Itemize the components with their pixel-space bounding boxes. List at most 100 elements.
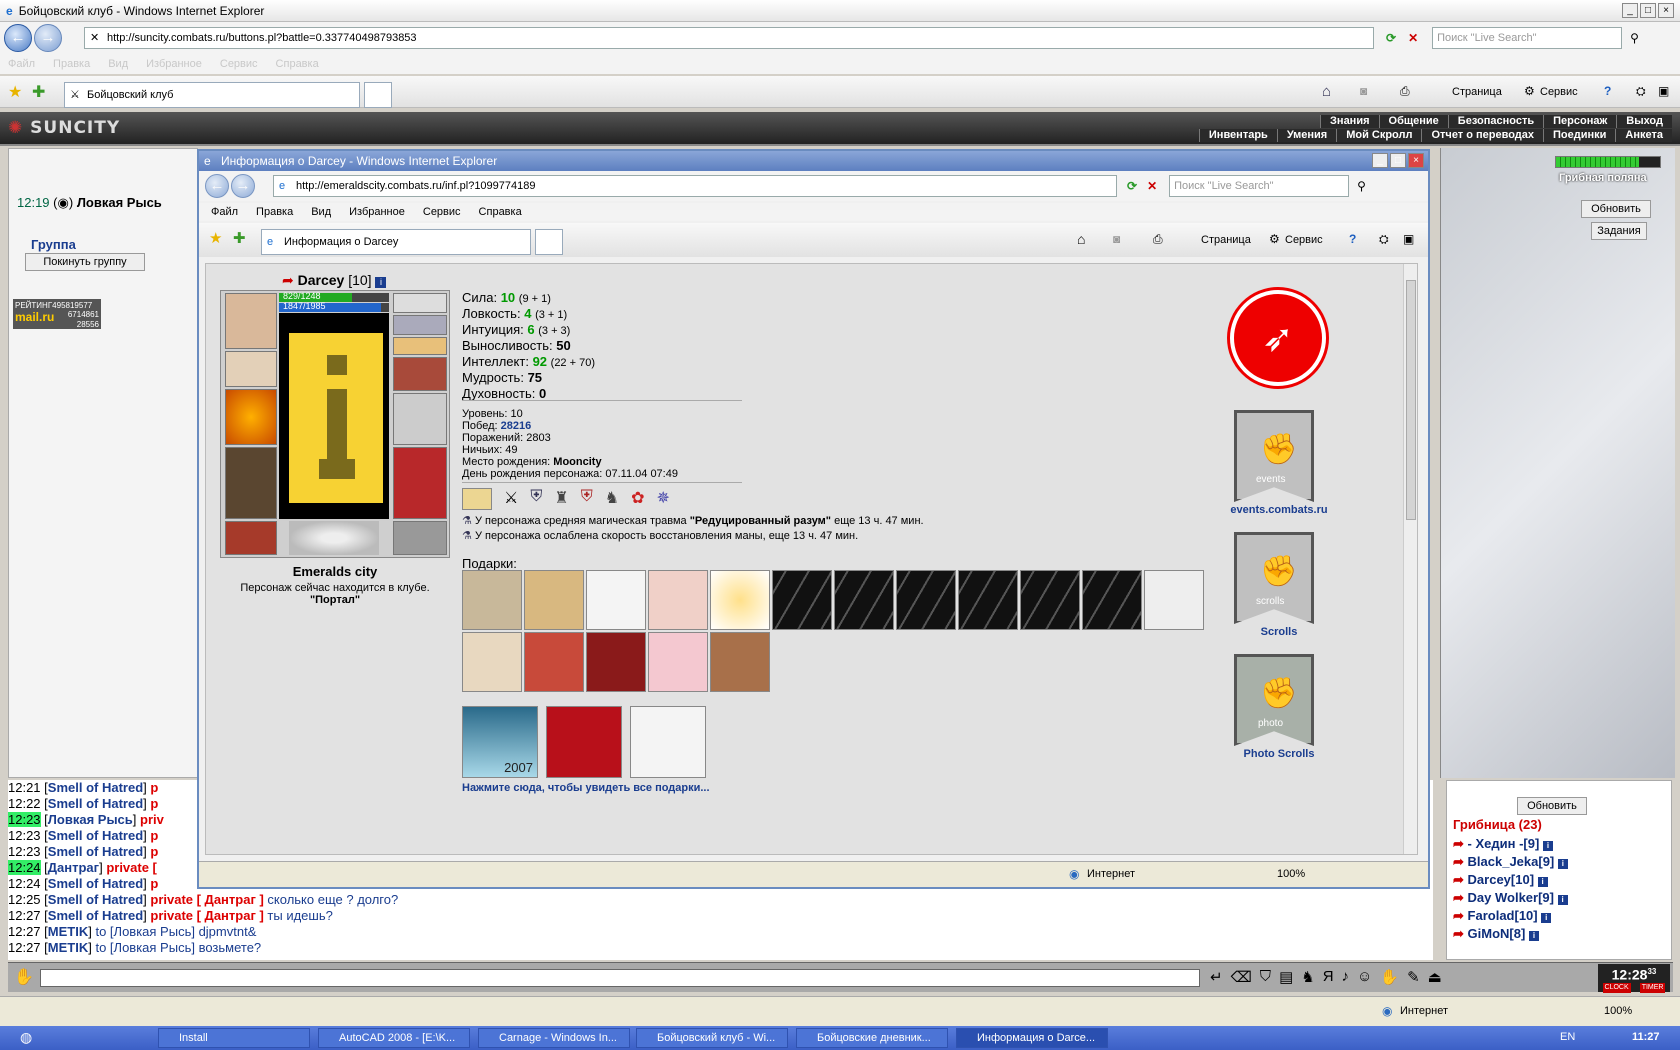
exit-icon[interactable]: ⏏ [1428,968,1442,986]
popup-refresh-icon[interactable]: ⟳ [1127,179,1137,193]
popup-forward-button[interactable]: → [231,174,255,198]
chat-nick[interactable]: Smell of Hatred [48,828,143,843]
archer-emblem[interactable]: ➶ [1230,290,1326,386]
hand-icon[interactable]: ✋ [1380,968,1399,986]
events-banner[interactable]: ✊ events events.combats.ru [1224,404,1328,516]
gift-rolls-5[interactable] [1020,570,1080,630]
info-icon[interactable]: i [1537,877,1548,887]
gift-rolls-6[interactable] [1082,570,1142,630]
popup-print-icon[interactable]: ⎙ [1153,232,1163,247]
private-arrow-icon[interactable]: ➦ [1453,836,1464,851]
popup-new-tab-button[interactable] [535,229,563,255]
chat-nick[interactable]: Smell of Hatred [48,844,143,859]
popup-search-input[interactable]: Поиск "Live Search" [1169,175,1350,197]
scroll-icon[interactable]: ✎ [1407,968,1420,986]
private-arrow-icon[interactable]: ➦ [1453,890,1464,905]
slot-gloves[interactable] [393,357,447,391]
flower-badge-icon[interactable]: ✿ [631,488,644,510]
popup-rss-icon[interactable]: ◙ [1113,232,1120,246]
game-menu-security[interactable]: Безопасность [1447,115,1544,128]
info-icon[interactable]: i [375,277,387,288]
send-icon[interactable]: ↵ [1210,968,1223,986]
popup-maximize-icon[interactable]: □ [1390,153,1406,168]
gift-rolls-4[interactable] [958,570,1018,630]
popup-home-icon[interactable]: ⌂ [1077,231,1085,247]
taskbar-item[interactable]: Бойцовский клуб - Wi... [636,1028,788,1048]
info-icon[interactable]: i [1541,913,1552,923]
castle-badge-icon[interactable]: ♜ [554,488,568,510]
slot-belt[interactable] [225,521,277,555]
gift-mask[interactable] [1144,570,1204,630]
menu-edit[interactable]: Правка [53,58,90,70]
location-name[interactable]: Грибная поляна [1559,172,1647,184]
gift-bunny[interactable] [586,570,646,630]
chat-nick[interactable]: METIK [48,940,88,955]
star-badge-icon[interactable]: ✵ [656,488,669,510]
online-user[interactable]: ➦ GiMoN[8] i [1453,925,1663,943]
gift-box[interactable] [524,570,584,630]
popup-research-icon[interactable]: ⛭ [1379,232,1389,247]
favorites-star-icon[interactable]: ★ [8,82,22,102]
gift-rolls-2[interactable] [834,570,894,630]
effect-icon[interactable]: ⚗ [462,530,472,542]
online-refresh-button[interactable]: Обновить [1517,797,1587,815]
filter-icon[interactable]: ⛉ [1260,968,1271,986]
gift-santa[interactable] [524,632,584,692]
game-menu-inventory[interactable]: Инвентарь [1198,129,1277,142]
popup-back-button[interactable]: ← [205,174,229,198]
scrolls-banner[interactable]: ✊ scrolls Scrolls [1224,526,1324,638]
popup-page-menu[interactable]: Страница [1201,234,1251,246]
slot-armor[interactable] [225,447,277,519]
popup-search-icon[interactable]: ⚲ [1357,179,1366,193]
game-menu-skills[interactable]: Умения [1276,129,1337,142]
player-name[interactable]: Ловкая Рысь [77,195,162,210]
gear-icon[interactable]: ⚙ [1524,84,1535,98]
game-menu-transfers[interactable]: Отчет о переводах [1421,129,1544,142]
smiles-icon[interactable]: ☺ [1357,968,1372,986]
info-icon[interactable]: i [1557,859,1568,869]
walk-icon[interactable]: ♞ [1301,968,1314,986]
taskbar-item[interactable]: Бойцовские дневник... [796,1028,948,1048]
game-menu-fights[interactable]: Поединки [1543,129,1616,142]
lang-indicator[interactable]: EN [1560,1031,1575,1043]
gift-rolls-3[interactable] [896,570,956,630]
gift-reindeer[interactable] [710,632,770,692]
gift-doll[interactable] [648,570,708,630]
card-red[interactable] [546,706,622,778]
popup-gear-icon[interactable]: ⚙ [1269,232,1280,246]
slot-helmet[interactable] [225,293,277,349]
menu-tools[interactable]: Сервис [220,58,258,70]
popup-add-favorite-icon[interactable]: ✚ [233,229,246,247]
all-gifts-link[interactable]: Нажмите сюда, чтобы увидеть все подарки.… [462,782,710,794]
refresh-button[interactable]: Обновить [1581,200,1651,218]
chat-nick[interactable]: Smell of Hatred [48,876,143,891]
gift-candle[interactable] [710,570,770,630]
swords-badge-icon[interactable]: ⚔ [504,488,518,510]
popup-zoom[interactable]: 100% [1277,868,1305,880]
help-icon[interactable]: ? [1604,84,1611,98]
popup-close-icon[interactable]: × [1408,153,1424,168]
main-search-input[interactable]: Поиск "Live Search" [1432,27,1623,49]
slot-boots[interactable] [393,521,447,555]
translit-icon[interactable]: Я [1323,968,1334,986]
page-menu[interactable]: Страница [1452,86,1502,98]
print-icon[interactable]: ⎙ [1400,84,1410,99]
leave-group-button[interactable]: Покинуть группу [25,253,145,271]
minimize-icon[interactable]: _ [1622,3,1638,18]
effect-icon[interactable]: ⚗ [462,515,472,527]
menu-help[interactable]: Справка [276,58,319,70]
card-2007[interactable]: 2007 [462,706,538,778]
main-address-bar[interactable]: ✕ http://suncity.combats.ru/buttons.pl?b… [84,27,1374,49]
slot-amulet[interactable] [393,315,447,335]
red-shield-badge-icon[interactable]: ⛨ [581,488,593,510]
popup-menu-view[interactable]: Вид [311,203,331,221]
online-user[interactable]: ➦ Darcey[10] i [1453,871,1663,889]
slot-rings[interactable] [393,337,447,355]
chat-nick[interactable]: Дантраг [48,860,99,875]
popup-service-menu[interactable]: Сервис [1285,234,1323,246]
main-zoom[interactable]: 100% [1604,1005,1632,1017]
private-arrow-icon[interactable]: ➦ [1453,908,1464,923]
gift-chest[interactable] [462,570,522,630]
popup-menu-file[interactable]: Файл [211,203,238,221]
popup-help-icon[interactable]: ? [1349,232,1356,246]
